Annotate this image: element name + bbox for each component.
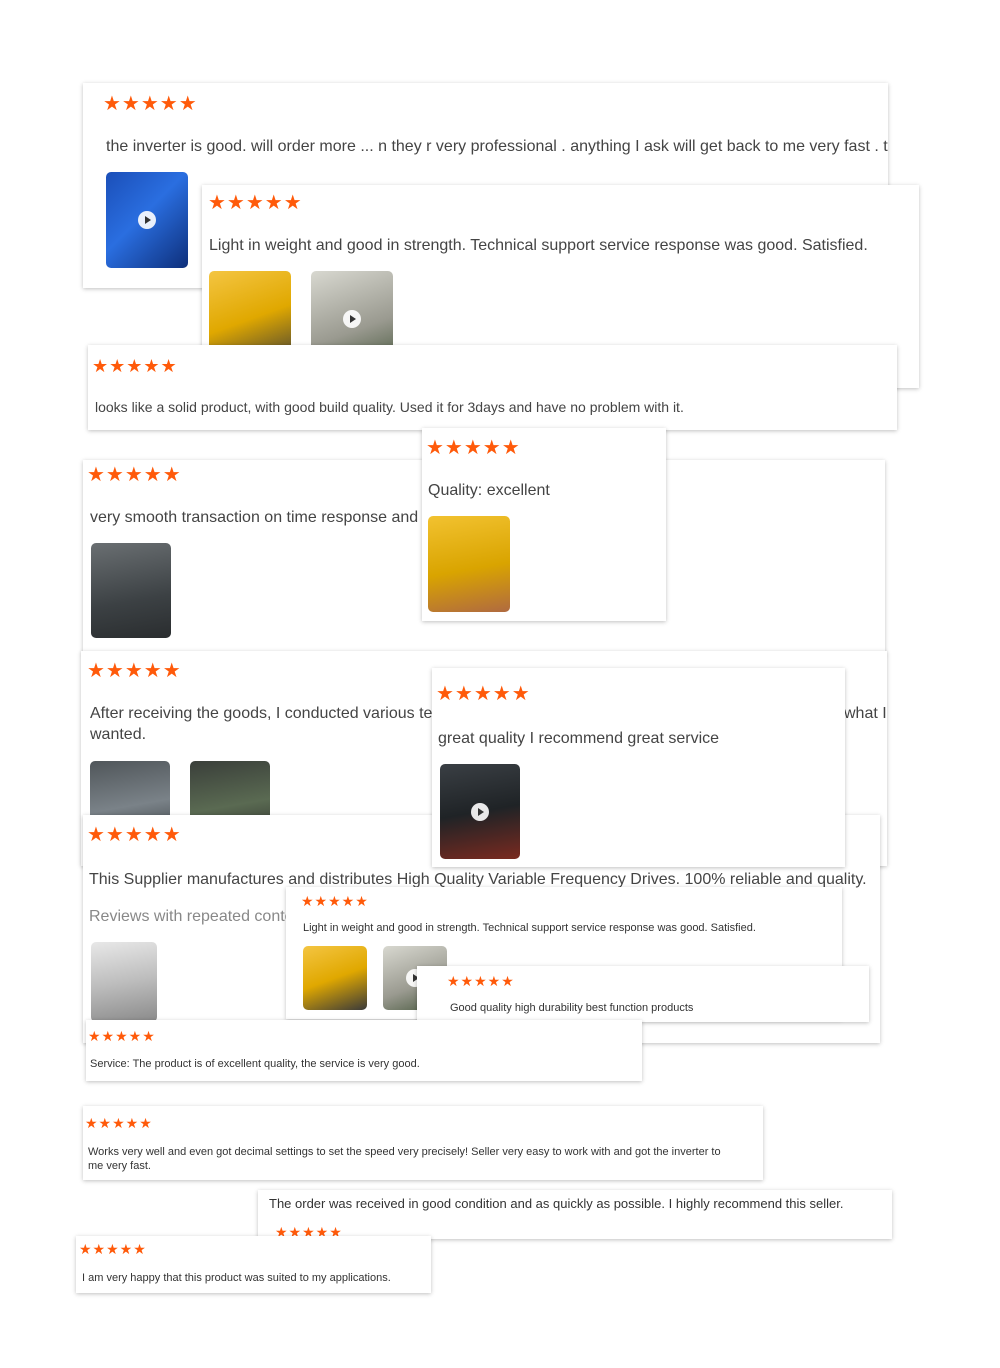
- review-card: The order was received in good condition…: [258, 1190, 892, 1239]
- star-rating: ★★★★★: [436, 683, 531, 705]
- review-subtext: Reviews with repeated conter: [89, 908, 299, 925]
- star-rating: ★★★★★: [87, 824, 182, 846]
- star-rating: ★★★★★: [85, 1115, 153, 1131]
- star-rating: ★★★★★: [88, 1028, 156, 1044]
- review-text: looks like a solid product, with good bu…: [95, 399, 684, 415]
- star-rating: ★★★★★: [301, 893, 369, 909]
- play-icon: [138, 211, 156, 229]
- review-text: I am very happy that this product was su…: [82, 1272, 391, 1284]
- star-rating: ★★★★★: [103, 93, 198, 115]
- review-card: ★★★★★ Works very well and even got decim…: [83, 1106, 763, 1180]
- review-text: Service: The product is of excellent qua…: [90, 1058, 420, 1070]
- review-text: Good quality high durability best functi…: [450, 1002, 694, 1014]
- review-video-thumbnail[interactable]: [440, 764, 520, 859]
- review-text: Quality: excellent: [428, 482, 550, 499]
- review-text: The order was received in good condition…: [269, 1196, 844, 1211]
- star-rating: ★★★★★: [92, 356, 178, 376]
- review-card: ★★★★★ I am very happy that this product …: [76, 1236, 431, 1293]
- review-card: ★★★★★ Quality: excellent: [422, 428, 666, 621]
- star-rating: ★★★★★: [87, 660, 182, 682]
- review-card: ★★★★★ Service: The product is of excelle…: [86, 1020, 642, 1081]
- review-text: Light in weight and good in strength. Te…: [303, 922, 756, 934]
- review-photo-thumbnail[interactable]: [303, 946, 367, 1010]
- review-text: great quality I recommend great service: [438, 730, 720, 747]
- review-card: ★★★★★ Good quality high durability best …: [417, 966, 869, 1022]
- star-rating: ★★★★★: [87, 464, 182, 486]
- review-text: Light in weight and good in strength. Te…: [209, 237, 868, 254]
- review-text: the inverter is good. will order more ..…: [106, 138, 888, 155]
- review-text: After receiving the goods, I conducted v…: [90, 705, 453, 722]
- play-icon: [471, 802, 489, 821]
- review-text: Works very well and even got decimal set…: [88, 1146, 721, 1172]
- review-card: ★★★★★ looks like a solid product, with g…: [88, 345, 897, 430]
- review-card: ★★★★★ great quality I recommend great se…: [432, 668, 845, 867]
- star-rating: ★★★★★: [79, 1241, 147, 1257]
- review-text-end: what I: [844, 705, 887, 722]
- star-rating: ★★★★★: [426, 437, 521, 459]
- play-icon: [343, 310, 361, 328]
- star-rating: ★★★★★: [208, 192, 303, 214]
- review-text-line2: wanted.: [90, 726, 147, 743]
- review-text: very smooth transaction on time response…: [90, 509, 441, 526]
- review-photo-thumbnail[interactable]: [91, 543, 171, 638]
- star-rating: ★★★★★: [447, 973, 515, 989]
- review-photo-thumbnail[interactable]: [428, 516, 510, 612]
- review-video-thumbnail[interactable]: [106, 172, 188, 268]
- review-photo-thumbnail[interactable]: [91, 942, 157, 1022]
